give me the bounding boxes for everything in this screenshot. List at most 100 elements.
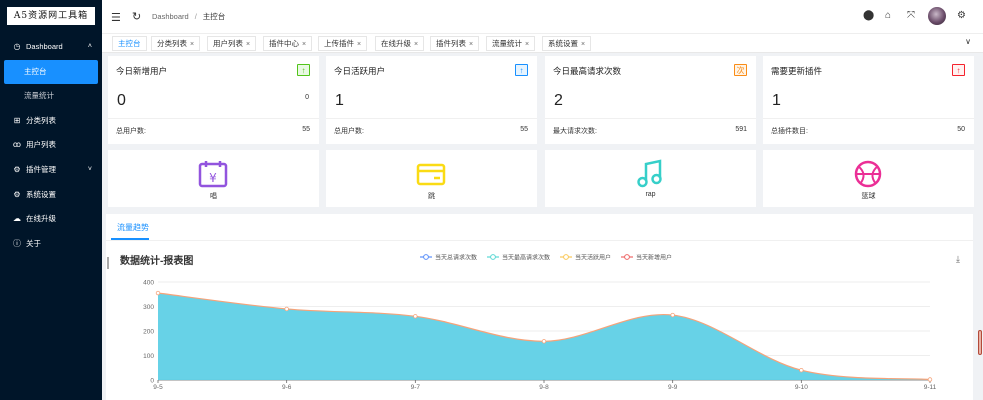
sidebar-item-label: 分类列表 bbox=[26, 115, 56, 125]
sidebar-item-4[interactable]: ꝏ 用户列表 bbox=[0, 133, 102, 158]
quick-card[interactable]: rap bbox=[545, 150, 756, 207]
stat-small-value: 0 bbox=[305, 94, 309, 101]
wallet-icon bbox=[415, 159, 447, 189]
stat-foot-label: 总用户数: bbox=[116, 128, 146, 135]
legend-label: 当天活跃用户 bbox=[575, 254, 611, 262]
x-tick-label: 9-6 bbox=[282, 384, 292, 391]
logo[interactable]: A5资源网工具箱 bbox=[7, 7, 95, 25]
legend-marker bbox=[490, 254, 496, 260]
tab-8[interactable]: 系统设置 × bbox=[542, 36, 592, 51]
lock-icon[interactable]: ⌂ bbox=[885, 10, 891, 21]
tab-label: 系统设置 bbox=[548, 39, 578, 48]
header: ☰ ↻ Dashboard / 主控台 ⬤ ⌂ ⤧ ⚙ bbox=[102, 0, 983, 34]
close-icon[interactable]: × bbox=[469, 41, 473, 48]
basketball-icon bbox=[852, 159, 884, 189]
data-point bbox=[155, 290, 161, 296]
quick-card[interactable]: 篮球 bbox=[763, 150, 974, 207]
sidebar-item-8[interactable]: ⓘ 关于 bbox=[0, 232, 102, 257]
tab-label: 用户列表 bbox=[213, 39, 243, 48]
sidebar-item-7[interactable]: ☁ 在线升级 bbox=[0, 207, 102, 232]
x-tick-label: 9-10 bbox=[795, 384, 808, 391]
x-tick-label: 9-8 bbox=[539, 384, 549, 391]
x-tick-label: 9-9 bbox=[668, 384, 678, 391]
stat-title: 今日新增用户 bbox=[116, 66, 168, 76]
quick-card-label: 篮球 bbox=[861, 193, 876, 200]
sidebar-item-6[interactable]: ⚙ 系统设置 bbox=[0, 183, 102, 208]
stat-card: 今日活跃用户 ↑ 1 总用户数: 55 bbox=[326, 56, 537, 144]
sidebar-menu: ◷ Dashboard ˄ 主控台流量统计 ⊞ 分类列表 ꝏ 用户列表 ⚙ 插件管理 ˅ ⚙ 系统设置 ☁… bbox=[0, 35, 102, 256]
sidebar-item-5[interactable]: ⚙ 插件管理 ˅ bbox=[0, 158, 102, 183]
settings-icon[interactable]: ⚙ bbox=[957, 10, 966, 21]
close-icon[interactable]: × bbox=[581, 41, 585, 48]
tab-4[interactable]: 上传插件 × bbox=[318, 36, 368, 51]
sidebar-item-1[interactable]: 主控台 bbox=[4, 59, 98, 85]
close-icon[interactable]: × bbox=[302, 41, 306, 48]
stat-badge: ↑ bbox=[515, 64, 528, 76]
tab-0[interactable]: 主控台 bbox=[112, 36, 147, 51]
tab-label: 上传插件 bbox=[324, 39, 354, 48]
stat-badge: ↑ bbox=[952, 64, 965, 76]
close-icon[interactable]: × bbox=[357, 41, 361, 48]
stat-foot-label: 总用户数: bbox=[334, 128, 364, 135]
tab-label: 流量统计 bbox=[492, 39, 522, 48]
tab-label: 分类列表 bbox=[157, 39, 187, 48]
breadcrumb-current: 主控台 bbox=[202, 12, 226, 21]
sidebar: A5资源网工具箱 ◷ Dashboard ˄ 主控台 流量统计 ⊞ 分类列表 ꝏ 用户列表 ⚙ 插件… bbox=[0, 0, 102, 400]
stat-foot-value: 591 bbox=[735, 126, 747, 133]
series-area bbox=[158, 293, 930, 380]
fullscreen-icon[interactable]: ⤧ bbox=[907, 10, 915, 21]
sidebar-item-2[interactable]: 流量统计 bbox=[0, 84, 102, 109]
sidebar-item-label: 插件管理 bbox=[26, 164, 56, 174]
quick-card-label: 唱 bbox=[210, 193, 217, 200]
x-tick-label: 9-11 bbox=[924, 384, 937, 391]
legend-marker bbox=[423, 254, 429, 260]
stat-foot-value: 50 bbox=[957, 126, 965, 133]
close-icon[interactable]: × bbox=[525, 41, 529, 48]
data-point bbox=[799, 367, 804, 373]
chevron-down-icon[interactable]: ∨ bbox=[965, 37, 971, 46]
quick-card[interactable]: 跳 bbox=[326, 150, 537, 207]
legend-label: 当天最高请求次数 bbox=[502, 254, 550, 262]
close-icon[interactable]: × bbox=[246, 41, 250, 48]
chevron-icon: ˄ bbox=[87, 43, 92, 50]
close-icon[interactable]: × bbox=[190, 41, 194, 48]
data-point bbox=[413, 314, 418, 319]
sidebar-item-label: Dashboard bbox=[26, 42, 63, 51]
stat-foot-label: 总插件数目: bbox=[771, 128, 808, 135]
tab-label: 插件中心 bbox=[269, 39, 299, 48]
dashboard-icon: ◷ bbox=[13, 42, 21, 51]
tab-7[interactable]: 流量统计 × bbox=[486, 36, 536, 51]
avatar[interactable] bbox=[928, 7, 946, 25]
cloud-icon: ☁ bbox=[13, 214, 21, 224]
sidebar-item-3[interactable]: ⊞ 分类列表 bbox=[0, 109, 102, 134]
gift-icon: ⊞ bbox=[13, 115, 21, 125]
x-tick-label: 9-5 bbox=[153, 384, 163, 391]
tab-3[interactable]: 插件中心 × bbox=[263, 36, 313, 51]
sidebar-item-0[interactable]: ◷ Dashboard ˄ bbox=[0, 35, 102, 60]
data-point bbox=[927, 377, 933, 382]
x-tick-label: 9-7 bbox=[411, 384, 421, 391]
sidebar-item-label: 系统设置 bbox=[26, 189, 56, 199]
breadcrumb-item[interactable]: Dashboard bbox=[152, 12, 189, 21]
y-tick-label: 300 bbox=[143, 304, 154, 311]
breadcrumb: Dashboard / 主控台 bbox=[152, 12, 226, 21]
tab-2[interactable]: 用户列表 × bbox=[207, 36, 257, 51]
stat-foot-value: 55 bbox=[520, 126, 528, 133]
legend-marker bbox=[563, 254, 569, 260]
quick-card[interactable]: ¥ 唱 bbox=[108, 150, 319, 207]
settings-icon: ⚙ bbox=[13, 189, 21, 199]
scrollbar[interactable] bbox=[978, 330, 982, 355]
stat-foot-value: 55 bbox=[302, 126, 310, 133]
tab-1[interactable]: 分类列表 × bbox=[151, 36, 201, 51]
github-icon[interactable]: ⬤ bbox=[863, 10, 874, 21]
refresh-icon[interactable]: ↻ bbox=[132, 10, 141, 23]
close-icon[interactable]: × bbox=[414, 41, 418, 48]
tab-6[interactable]: 插件列表 × bbox=[430, 36, 480, 51]
sidebar-item-label: 主控台 bbox=[24, 66, 47, 76]
tab-5[interactable]: 在线升级 × bbox=[375, 36, 425, 51]
menu-toggle-icon[interactable]: ☰ bbox=[111, 11, 121, 24]
tab-bar: ∨ 主控台 分类列表 × 用户列表 × 插件中心 × 上传插件 × 在线升级 × 插件列表 × 流量统计 ×… bbox=[102, 34, 983, 53]
stat-foot-label: 最大请求次数: bbox=[553, 128, 597, 135]
tab-label: 插件列表 bbox=[436, 39, 466, 48]
info-icon: ⓘ bbox=[13, 238, 21, 248]
